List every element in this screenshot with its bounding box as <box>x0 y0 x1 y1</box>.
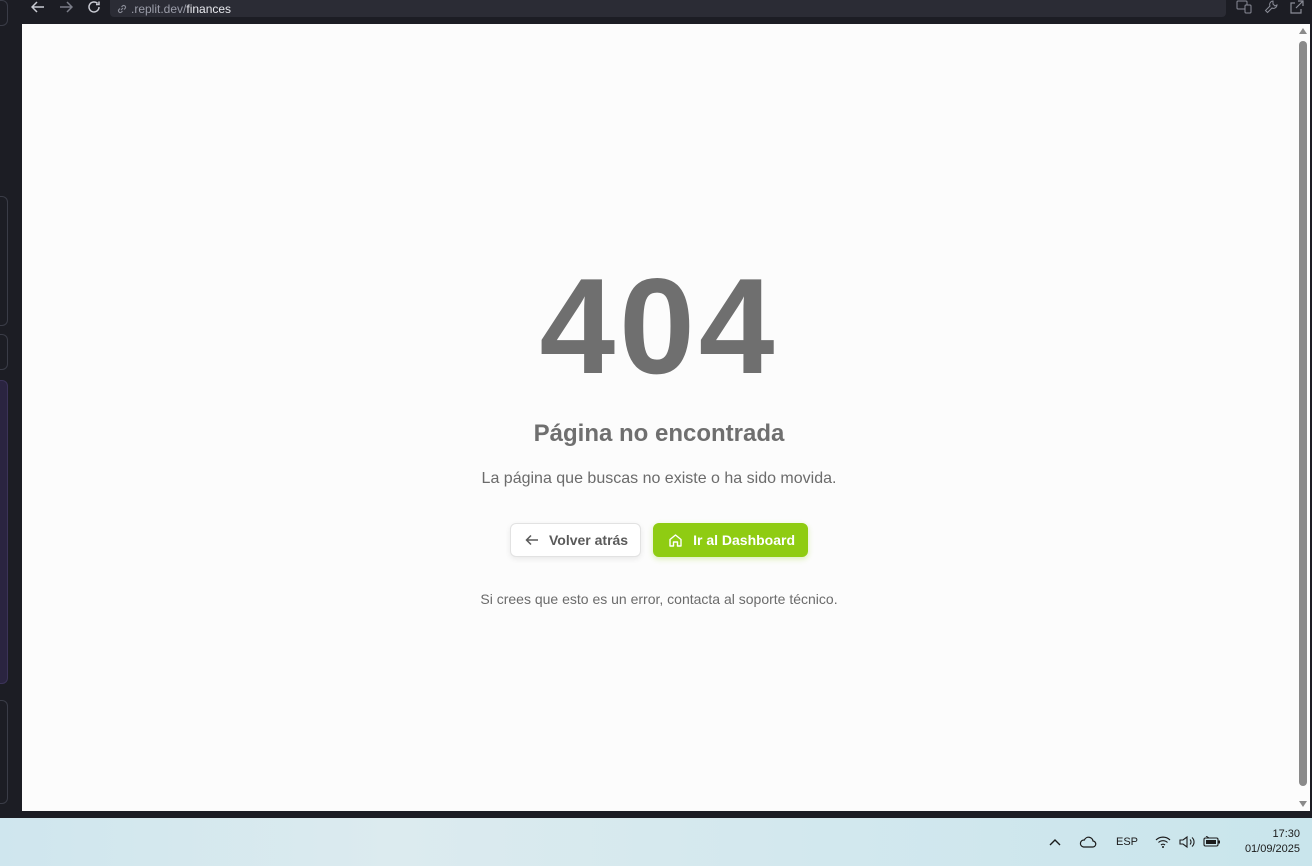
onedrive[interactable] <box>1079 818 1097 866</box>
external-link-icon[interactable] <box>1290 0 1304 14</box>
link-icon <box>117 4 127 13</box>
dashboard-button-label: Ir al Dashboard <box>693 532 796 548</box>
url-domain: .replit.dev/ <box>131 1 187 16</box>
ide-panel-edge <box>0 196 8 326</box>
ide-panel-edge <box>0 0 8 26</box>
page-viewport: 404 Página no encontrada La página que b… <box>22 24 1296 811</box>
ide-panel-edge <box>0 700 8 804</box>
taskbar: ESP 17:30 01/09/2025 <box>0 818 1312 866</box>
forward-arrow-icon[interactable] <box>56 0 76 14</box>
ide-panel-edge <box>0 380 8 684</box>
battery[interactable] <box>1203 818 1221 866</box>
devices-icon[interactable] <box>1236 0 1252 14</box>
scrollbar-thumb[interactable] <box>1299 41 1307 786</box>
arrow-left-icon <box>525 534 539 546</box>
language-label[interactable]: ESP <box>1116 836 1138 848</box>
help-text: Si crees que esto es un error, contacta … <box>480 591 838 607</box>
ide-panel-edge <box>0 334 8 370</box>
clock-time: 17:30 <box>1272 828 1300 840</box>
not-found-page: 404 Página no encontrada La página que b… <box>22 24 1296 811</box>
wifi[interactable] <box>1155 818 1171 866</box>
page-description: La página que buscas no existe o ha sido… <box>481 470 837 487</box>
scroll-up-icon[interactable] <box>1299 28 1307 34</box>
dashboard-button[interactable]: Ir al Dashboard <box>653 523 809 557</box>
back-button-label: Volver atrás <box>548 532 629 548</box>
home-icon <box>668 533 683 548</box>
action-buttons: Volver atrás Ir al Dashboard <box>22 523 1296 557</box>
chevron-up-icon[interactable] <box>1048 837 1062 847</box>
clock[interactable]: 17:30 01/09/2025 <box>1245 827 1300 857</box>
back-arrow-icon[interactable] <box>28 0 48 14</box>
ide-sidebar-strip <box>0 0 22 818</box>
wifi-icon[interactable] <box>1155 836 1171 848</box>
wrench-icon[interactable] <box>1264 0 1278 14</box>
page-scrollbar[interactable] <box>1296 24 1310 811</box>
error-code: 404 <box>539 250 779 402</box>
tray-overflow[interactable] <box>1048 818 1062 866</box>
page-title: Página no encontrada <box>533 420 785 447</box>
battery-charging-icon[interactable] <box>1203 836 1221 848</box>
cloud-icon[interactable] <box>1079 836 1097 848</box>
url-path: finances <box>186 1 232 16</box>
language-indicator[interactable]: ESP <box>1116 818 1138 866</box>
reload-icon[interactable] <box>84 0 104 14</box>
clock-date: 01/09/2025 <box>1244 843 1300 855</box>
address-bar[interactable]: .replit.dev/finances <box>110 0 1226 17</box>
back-button[interactable]: Volver atrás <box>509 523 642 557</box>
scroll-down-icon[interactable] <box>1299 801 1307 807</box>
browser-toolbar: .replit.dev/finances <box>22 0 1312 22</box>
speaker-icon[interactable] <box>1179 835 1197 849</box>
volume[interactable] <box>1179 818 1197 866</box>
